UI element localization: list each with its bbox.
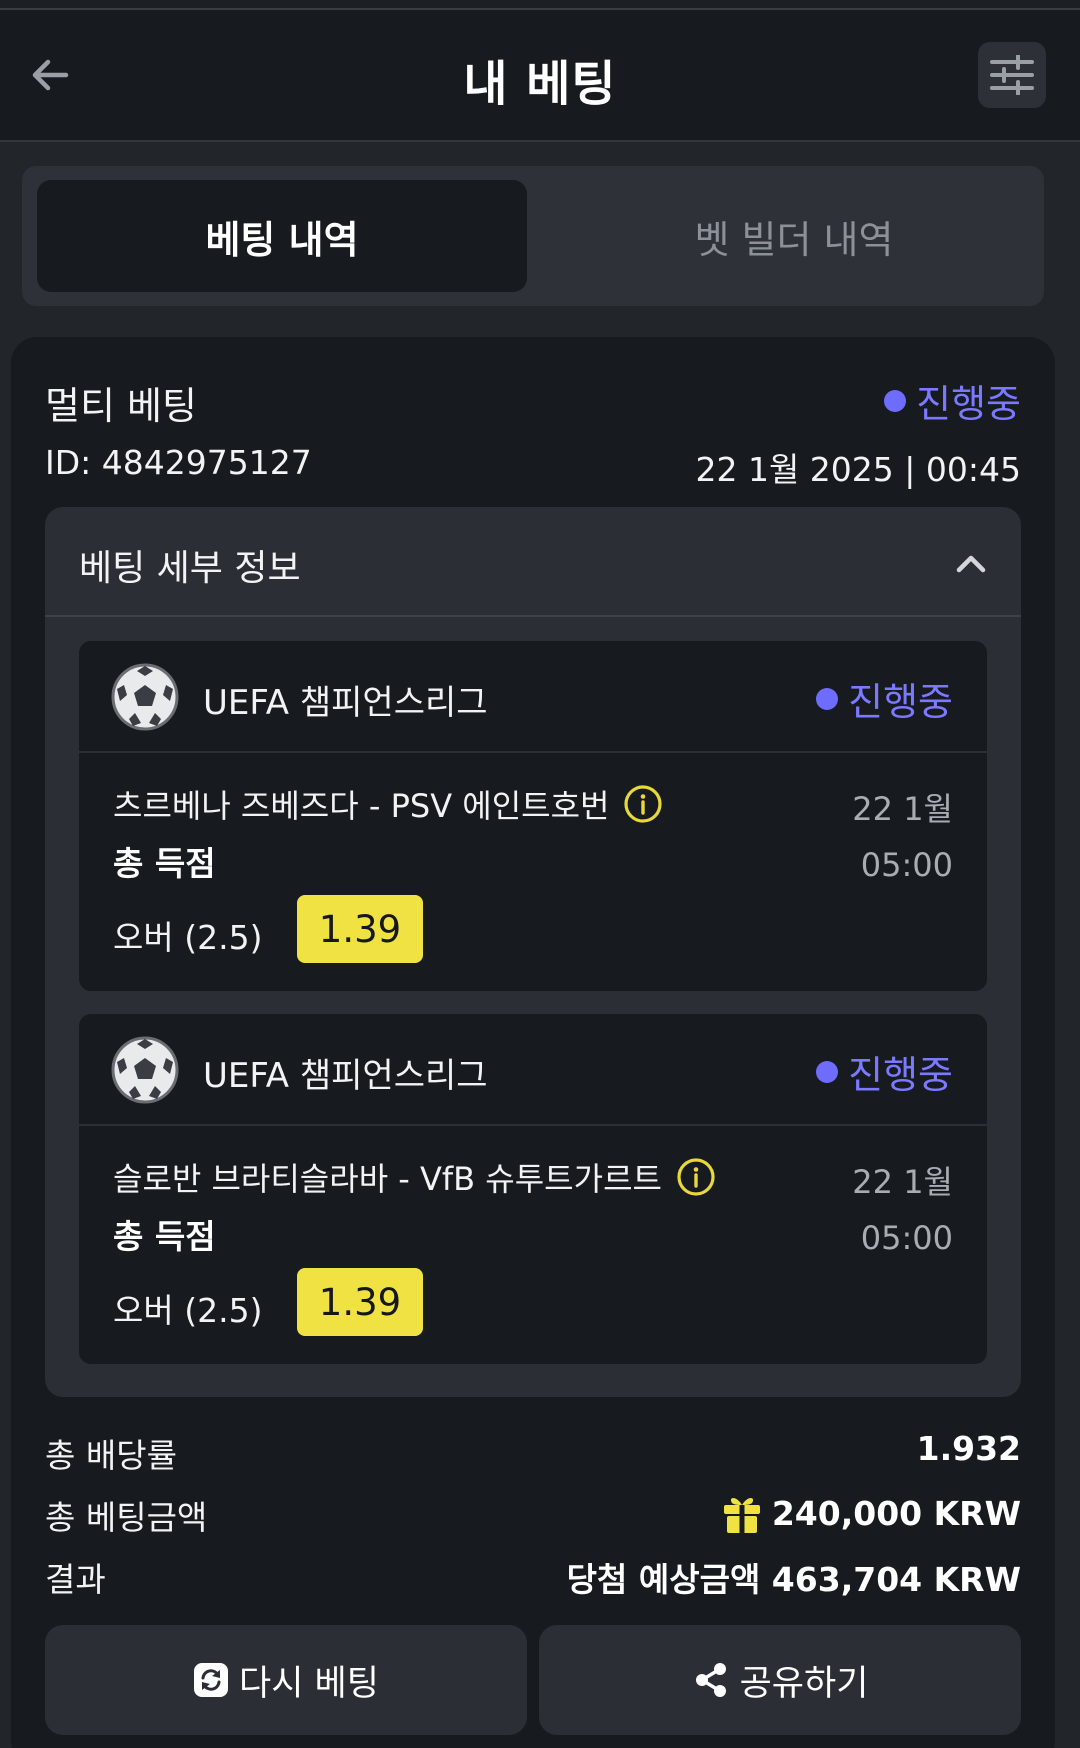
market-name: 총 득점 xyxy=(113,844,216,883)
match-date: 22 1월 xyxy=(852,1163,953,1201)
bet-details-header[interactable]: 베팅 세부 정보 xyxy=(45,507,1021,617)
chevron-up-icon[interactable] xyxy=(951,543,991,583)
match-date: 22 1월 xyxy=(852,790,953,828)
total-odds-value: 1.932 xyxy=(916,1429,1021,1468)
bet-id: ID: 4842975127 xyxy=(45,443,312,482)
share-label: 공유하기 xyxy=(739,1663,869,1704)
selection-name: 오버 (2.5) xyxy=(113,1291,263,1330)
market-name: 총 득점 xyxy=(113,1217,216,1256)
status-dot-icon xyxy=(816,1060,839,1083)
bet-card: 멀티 베팅 진행중 ID: 4842975127 22 1월 2025 | 00… xyxy=(11,337,1055,1748)
gift-icon xyxy=(723,1498,760,1533)
bet-leg-header: UEFA 챔피언스리그 진행중 xyxy=(79,1014,987,1126)
filter-button[interactable] xyxy=(978,42,1046,108)
odds-badge: 1.39 xyxy=(297,895,423,963)
app-header: 내 베팅 xyxy=(0,10,1080,142)
match-datetime: 22 1월 05:00 xyxy=(852,1154,953,1266)
info-icon[interactable] xyxy=(676,1157,716,1197)
rebet-button[interactable]: 다시 베팅 xyxy=(45,1625,527,1735)
share-button[interactable]: 공유하기 xyxy=(539,1625,1021,1735)
match-name: 츠르베나 즈베즈다 - PSV 에인트호번 xyxy=(113,787,610,825)
match-time: 05:00 xyxy=(860,1219,953,1257)
total-stake-label: 총 베팅금액 xyxy=(45,1498,208,1537)
selection-name: 오버 (2.5) xyxy=(113,918,263,957)
total-stake-value: 240,000 KRW xyxy=(771,1493,1021,1533)
bet-type: 멀티 베팅 xyxy=(45,384,197,428)
match-name: 슬로반 브라티슬라바 - VfB 슈투트가르트 xyxy=(113,1160,662,1198)
total-stake-row: 240,000 KRW xyxy=(720,1491,1021,1535)
bet-leg: UEFA 챔피언스리그 진행중 슬로반 브라티슬라바 - VfB 슈투트가르트 … xyxy=(79,1014,987,1364)
info-icon[interactable] xyxy=(623,784,663,824)
total-odds-label: 총 배당률 xyxy=(45,1436,177,1475)
league-name: UEFA 챔피언스리그 xyxy=(203,683,488,723)
status-dot-icon xyxy=(816,687,839,710)
tab-bet-history[interactable]: 베팅 내역 xyxy=(37,180,527,292)
bet-details-panel: 베팅 세부 정보 UEFA 챔피언스리그 진행중 츠르베나 즈베즈다 - PSV… xyxy=(45,507,1021,1397)
match-name-row: 츠르베나 즈베즈다 - PSV 에인트호번 xyxy=(113,781,663,827)
league-name: UEFA 챔피언스리그 xyxy=(203,1056,488,1096)
tab-bar: 베팅 내역 벳 빌더 내역 xyxy=(22,166,1044,306)
page-title: 내 베팅 xyxy=(463,56,617,112)
share-icon xyxy=(695,1663,726,1697)
sliders-icon xyxy=(990,55,1034,95)
leg-status-label: 진행중 xyxy=(848,1053,953,1097)
match-time: 05:00 xyxy=(860,846,953,884)
match-datetime: 22 1월 05:00 xyxy=(852,781,953,893)
tab-bar-area: 베팅 내역 벳 빌더 내역 xyxy=(0,144,1080,326)
top-divider xyxy=(0,0,1080,10)
bet-status-badge: 진행중 xyxy=(884,373,1021,428)
bet-datetime: 22 1월 2025 | 00:45 xyxy=(695,450,1021,489)
match-name-row: 슬로반 브라티슬라바 - VfB 슈투트가르트 xyxy=(113,1154,716,1200)
bet-status-label: 진행중 xyxy=(916,382,1021,426)
result-label: 결과 xyxy=(45,1560,106,1599)
bet-leg: UEFA 챔피언스리그 진행중 츠르베나 즈베즈다 - PSV 에인트호번 22… xyxy=(79,641,987,991)
leg-status-label: 진행중 xyxy=(848,680,953,724)
soccer-ball-icon xyxy=(111,663,179,731)
rebet-label: 다시 베팅 xyxy=(239,1663,379,1704)
result-value: 당첨 예상금액 463,704 KRW xyxy=(566,1560,1021,1599)
bet-leg-header: UEFA 챔피언스리그 진행중 xyxy=(79,641,987,753)
soccer-ball-icon xyxy=(111,1036,179,1104)
status-dot-icon xyxy=(884,389,907,412)
odds-badge: 1.39 xyxy=(297,1268,423,1336)
leg-status-badge: 진행중 xyxy=(816,671,953,726)
tab-bet-builder-history[interactable]: 벳 빌더 내역 xyxy=(549,180,1039,292)
leg-status-badge: 진행중 xyxy=(816,1044,953,1099)
refresh-icon xyxy=(194,1663,229,1697)
bet-details-title: 베팅 세부 정보 xyxy=(79,548,301,589)
